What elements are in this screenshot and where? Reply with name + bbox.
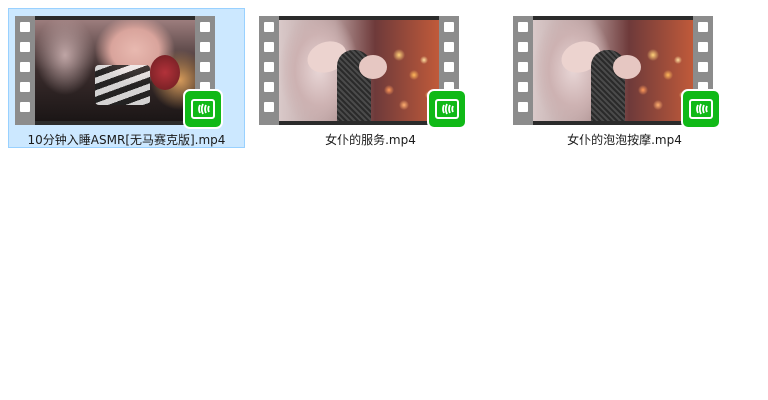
video-thumbnail [15, 16, 223, 129]
file-item-video-2[interactable]: 女仆的服务.mp4 [252, 8, 489, 148]
filmstrip-left [15, 16, 35, 125]
filmstrip-left [259, 16, 279, 125]
video-player-badge-icon [427, 89, 467, 129]
video-player-badge-icon [183, 89, 223, 129]
file-item-video-1[interactable]: 10分钟入睡ASMR[无马赛克版].mp4 [8, 8, 245, 148]
file-name-label: 女仆的泡泡按摩.mp4 [567, 133, 682, 147]
file-item-video-3[interactable]: 女仆的泡泡按摩.mp4 [506, 8, 743, 148]
video-thumbnail [259, 16, 467, 129]
file-name-label: 女仆的服务.mp4 [325, 133, 416, 147]
video-frame [533, 16, 693, 125]
video-frame [35, 16, 195, 125]
video-frame [279, 16, 439, 125]
filmstrip-left [513, 16, 533, 125]
file-name-label: 10分钟入睡ASMR[无马赛克版].mp4 [27, 133, 226, 147]
video-thumbnail [513, 16, 721, 129]
video-player-badge-icon [681, 89, 721, 129]
file-explorer-pane: 10分钟入睡ASMR[无马赛克版].mp4 女仆的服务.mp4 女仆的泡泡按摩.… [0, 0, 768, 400]
